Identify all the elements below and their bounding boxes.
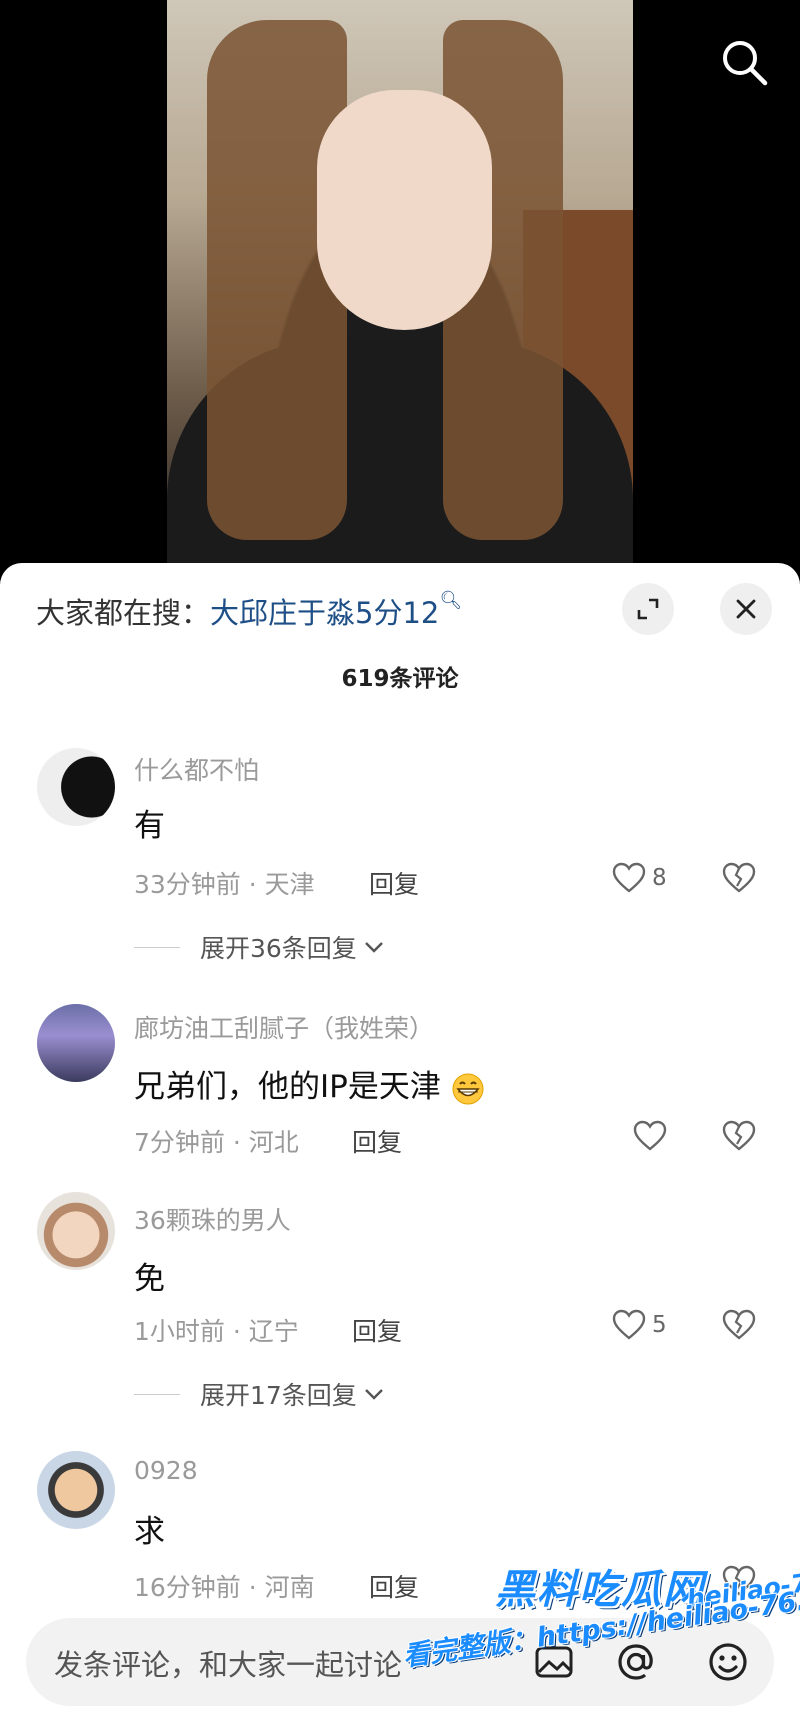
close-icon bbox=[736, 599, 756, 619]
avatar[interactable] bbox=[37, 1192, 115, 1270]
comment-time-location: 1小时前 · 辽宁 bbox=[134, 1317, 299, 1346]
video-player[interactable] bbox=[0, 0, 800, 570]
grin-emoji-icon bbox=[452, 1073, 484, 1104]
expand-replies-label: 展开17条回复 bbox=[200, 1381, 357, 1410]
like-count: 5 bbox=[652, 1312, 667, 1338]
comment-text: 求 bbox=[134, 1514, 165, 1550]
dislike-broken-heart-icon[interactable] bbox=[722, 1309, 756, 1341]
search-icon[interactable] bbox=[718, 36, 770, 88]
comment-sheet: 大家都在搜：大邱庄于淼5分12🔍︎ 619条评论 什么都不怕 有 33分钟前 ·… bbox=[0, 563, 800, 1724]
heart-icon bbox=[612, 1309, 646, 1340]
reply-button[interactable]: 回复 bbox=[352, 1312, 402, 1348]
comment-author[interactable]: 什么都不怕 bbox=[134, 751, 259, 787]
comment-input[interactable]: 发条评论，和大家一起讨论 bbox=[54, 1642, 402, 1684]
expand-replies-button[interactable]: 展开36条回复 bbox=[134, 929, 387, 965]
comment-author[interactable]: 0928 bbox=[134, 1456, 198, 1485]
comment-text: 兄弟们，他的IP是天津 bbox=[134, 1061, 485, 1106]
like-button[interactable]: 5 bbox=[612, 1309, 667, 1341]
comment-text: 免 bbox=[134, 1261, 165, 1297]
dislike-broken-heart-icon[interactable] bbox=[722, 862, 756, 894]
dislike-broken-heart-icon[interactable] bbox=[722, 1120, 756, 1152]
avatar[interactable] bbox=[37, 1451, 115, 1529]
expand-divider bbox=[134, 1393, 180, 1395]
comment-time-location: 7分钟前 · 河北 bbox=[134, 1128, 299, 1157]
chevron-down-icon bbox=[364, 1389, 383, 1400]
expand-replies-label: 展开36条回复 bbox=[200, 934, 357, 963]
like-button[interactable] bbox=[633, 1120, 673, 1152]
comment-input-bar[interactable]: 发条评论，和大家一起讨论 bbox=[26, 1618, 774, 1706]
like-count: 8 bbox=[652, 865, 667, 891]
expand-icon bbox=[637, 598, 659, 620]
hot-search-prefix: 大家都在搜： bbox=[36, 596, 211, 630]
expand-replies-button[interactable]: 展开17条回复 bbox=[134, 1376, 387, 1412]
comment-count-title: 619条评论 bbox=[341, 666, 459, 692]
video-frame[interactable] bbox=[167, 0, 633, 570]
reply-button[interactable]: 回复 bbox=[352, 1123, 402, 1159]
video-person-face bbox=[317, 90, 492, 330]
hot-search-magnifier-icon: 🔍︎ bbox=[439, 590, 463, 611]
comment-time-location: 16分钟前 · 河南 bbox=[134, 1573, 315, 1602]
comment-author[interactable]: 36颗珠的男人 bbox=[134, 1201, 291, 1237]
comment-time-location: 33分钟前 · 天津 bbox=[134, 870, 315, 899]
like-button[interactable]: 8 bbox=[612, 862, 667, 894]
mention-at-icon[interactable] bbox=[612, 1638, 660, 1686]
expand-button[interactable] bbox=[622, 583, 674, 635]
avatar[interactable] bbox=[37, 1004, 115, 1082]
comment-author[interactable]: 廊坊油工刮腻子（我姓荣） bbox=[134, 1009, 434, 1045]
comment-text-content: 兄弟们，他的IP是天津 bbox=[134, 1069, 441, 1105]
input-divider bbox=[0, 1568, 800, 1569]
dislike-broken-heart-icon[interactable] bbox=[722, 1565, 756, 1597]
reply-button[interactable]: 回复 bbox=[369, 865, 419, 901]
avatar[interactable] bbox=[37, 748, 115, 826]
chevron-down-icon bbox=[364, 942, 383, 953]
image-icon[interactable] bbox=[530, 1638, 578, 1686]
heart-icon bbox=[612, 862, 646, 893]
reply-button[interactable]: 回复 bbox=[369, 1568, 419, 1604]
hot-search-term[interactable]: 大邱庄于淼5分12 bbox=[210, 596, 439, 630]
heart-icon bbox=[633, 1120, 667, 1151]
emoji-icon[interactable] bbox=[704, 1638, 752, 1686]
close-button[interactable] bbox=[720, 583, 772, 635]
comment-text: 有 bbox=[134, 808, 165, 844]
expand-divider bbox=[134, 946, 180, 948]
hot-search-bar[interactable]: 大家都在搜：大邱庄于淼5分12🔍︎ bbox=[36, 590, 462, 632]
